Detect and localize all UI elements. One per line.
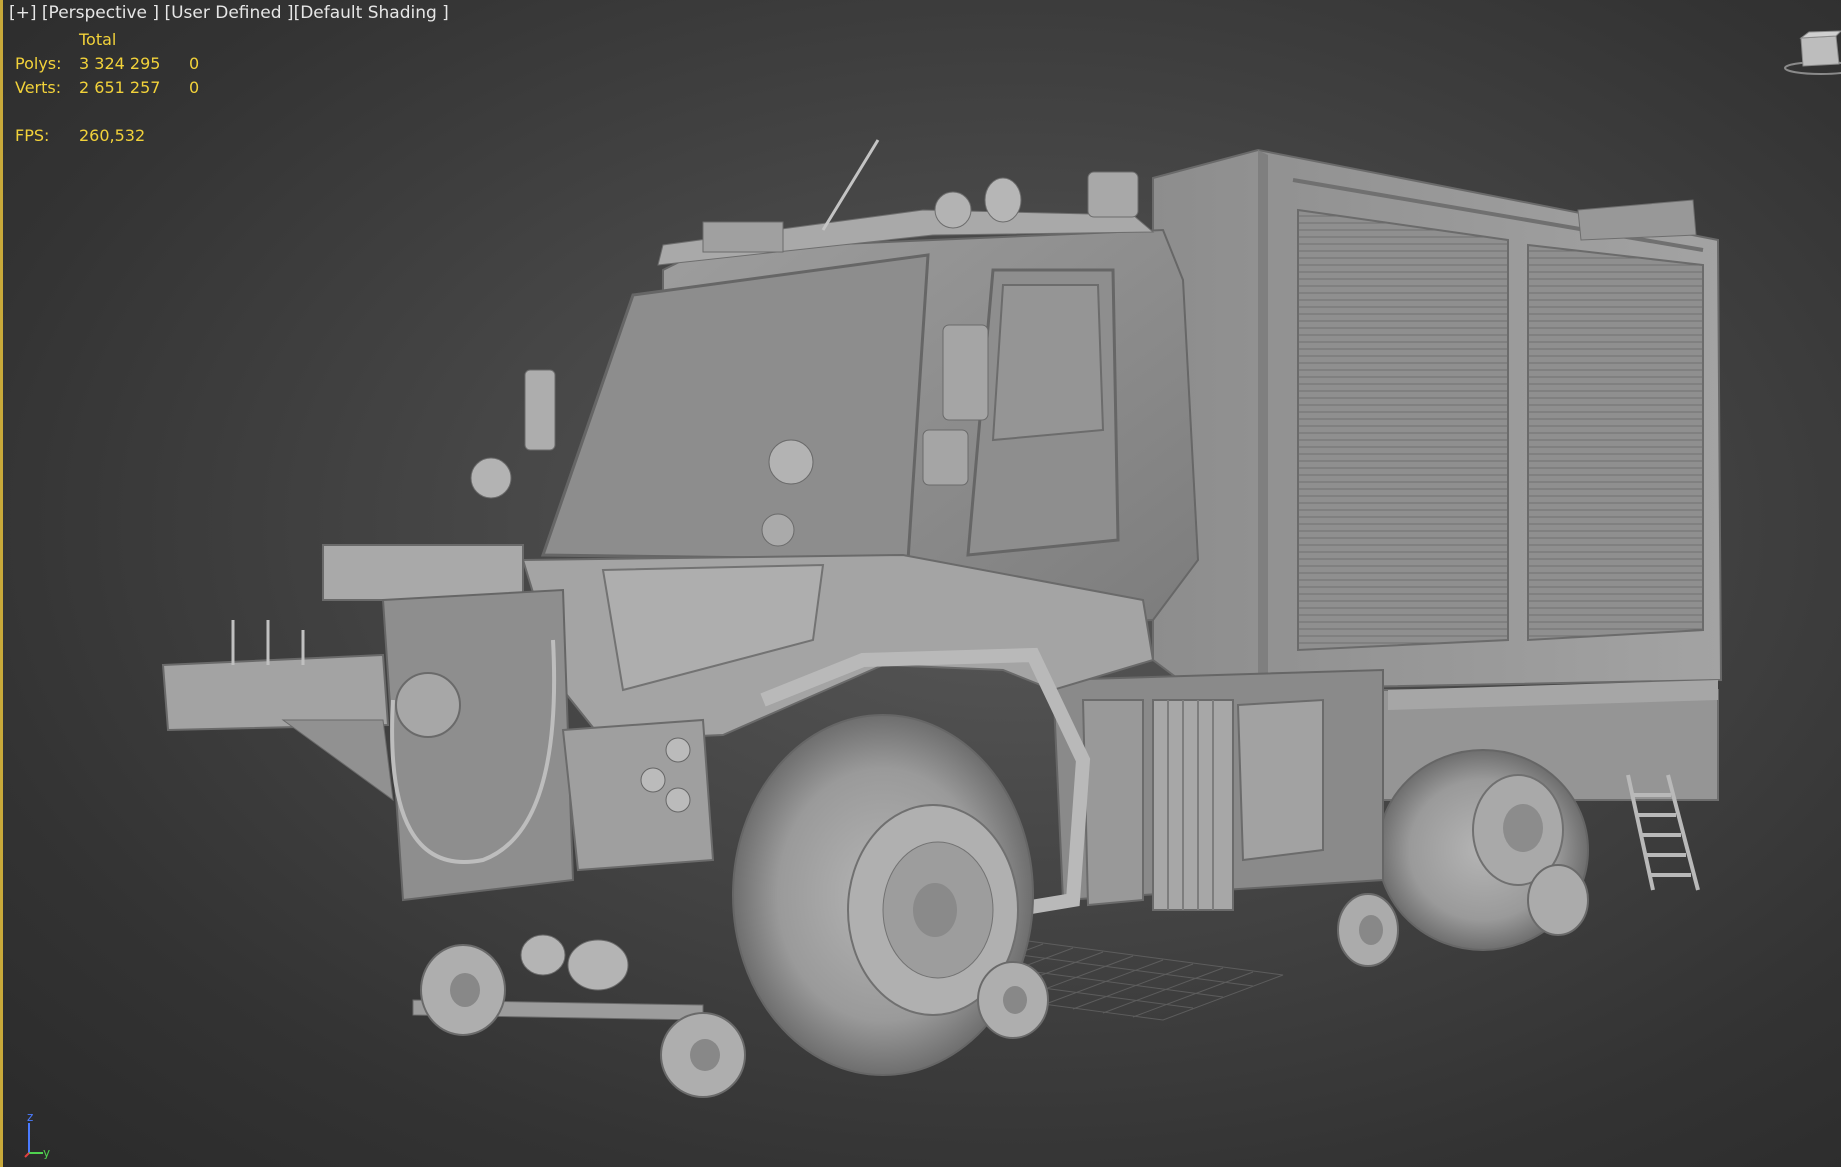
stats-header-row: Total [15,28,219,52]
stats-fps-row: FPS: 260,532 [15,124,219,148]
polys-total: 3 324 295 [79,54,161,73]
stats-polys-row: Polys: 3 324 295 0 [15,52,219,76]
axis-tripod-icon: z y [24,1110,50,1159]
viewport-menu-plus[interactable]: [+] [9,3,37,23]
verts-label: Verts: [15,78,62,97]
viewport-user-defined[interactable]: [User Defined ] [164,3,293,23]
perspective-viewport[interactable]: [+] [Perspective ] [User Defined ][Defau… [0,0,1841,1167]
stats-verts-row: Verts: 2 651 257 0 [15,76,219,100]
polys-label: Polys: [15,54,62,73]
chassis [1051,668,1384,911]
fps-label: FPS: [15,126,50,145]
stats-total-header: Total [79,30,117,49]
fps-value: 260,532 [79,126,146,145]
axis-z-label: z [27,1110,33,1124]
viewport-point-of-view[interactable]: [Perspective ] [42,3,159,23]
viewport-shading-mode[interactable]: [Default Shading ] [294,3,449,23]
truck-model-render[interactable] [3,0,1841,1167]
scene-statistics: Total Polys: 3 324 295 0 Verts: 2 651 25… [15,28,219,148]
viewport-label[interactable]: [+] [Perspective ] [User Defined ][Defau… [9,3,449,23]
polys-selected: 0 [189,54,200,73]
verts-selected: 0 [189,78,200,97]
viewcube-icon[interactable] [1781,28,1841,78]
axis-y-label: y [43,1146,50,1159]
verts-total: 2 651 257 [79,78,161,97]
